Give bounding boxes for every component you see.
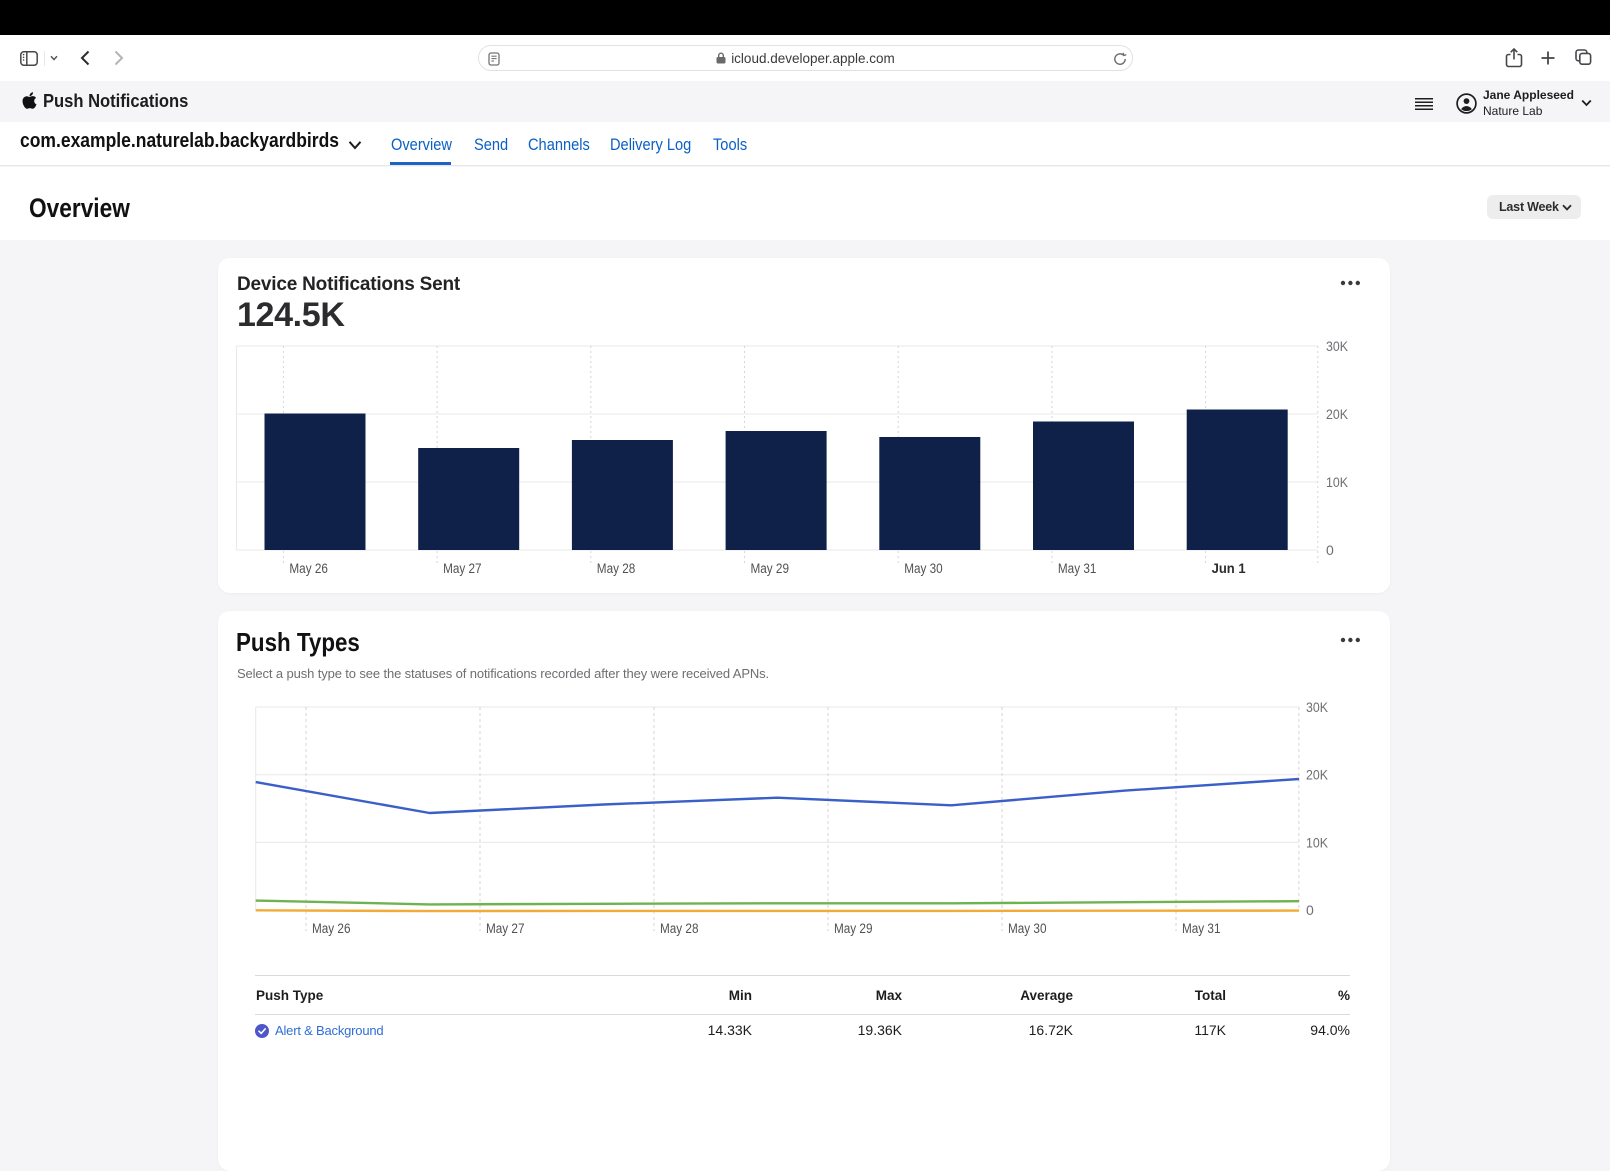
svg-text:May 29: May 29 bbox=[751, 561, 790, 576]
svg-text:0: 0 bbox=[1326, 542, 1334, 558]
svg-text:May 27: May 27 bbox=[486, 921, 525, 936]
svg-text:30K: 30K bbox=[1306, 699, 1329, 715]
svg-text:May 29: May 29 bbox=[834, 921, 873, 936]
svg-text:Jun 1: Jun 1 bbox=[1212, 561, 1246, 576]
svg-text:May 28: May 28 bbox=[597, 561, 636, 576]
svg-text:May 30: May 30 bbox=[904, 561, 943, 576]
svg-text:May 31: May 31 bbox=[1182, 921, 1221, 936]
svg-text:May 27: May 27 bbox=[443, 561, 482, 576]
svg-text:May 26: May 26 bbox=[289, 561, 328, 576]
svg-text:0: 0 bbox=[1306, 902, 1314, 918]
svg-text:30K: 30K bbox=[1326, 338, 1349, 354]
svg-text:May 30: May 30 bbox=[1008, 921, 1047, 936]
svg-text:10K: 10K bbox=[1326, 474, 1349, 490]
svg-text:20K: 20K bbox=[1306, 767, 1329, 783]
svg-text:May 28: May 28 bbox=[660, 921, 699, 936]
svg-text:20K: 20K bbox=[1326, 406, 1349, 422]
svg-text:10K: 10K bbox=[1306, 834, 1329, 850]
svg-text:May 26: May 26 bbox=[312, 921, 351, 936]
svg-text:May 31: May 31 bbox=[1058, 561, 1097, 576]
